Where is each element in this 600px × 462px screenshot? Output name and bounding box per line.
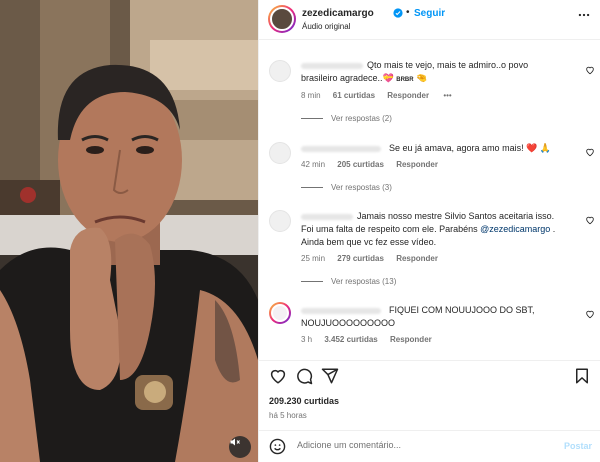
author-avatar[interactable] xyxy=(268,5,296,33)
view-replies-button[interactable]: Ver respostas (13) xyxy=(301,277,396,286)
commenter-username-blurred[interactable] xyxy=(301,63,363,69)
replies-divider xyxy=(301,118,323,120)
comment-options-button[interactable]: ••• xyxy=(443,91,451,100)
comment-like-icon[interactable] xyxy=(585,147,595,157)
comment-likes[interactable]: 61 curtidas xyxy=(333,91,375,100)
speaker-muted-icon xyxy=(230,438,240,446)
bookmark-icon[interactable] xyxy=(573,367,591,385)
commenter-avatar[interactable] xyxy=(269,60,291,82)
post-header: zezedicamargo • Seguir Áudio original xyxy=(259,0,600,40)
add-comment-bar: Postar xyxy=(259,430,600,462)
comment-text: FIQUEI COM NOUUJOOO DO SBT, xyxy=(389,304,535,317)
comment-likes[interactable]: 205 curtidas xyxy=(337,160,384,169)
commenter-avatar[interactable] xyxy=(269,142,291,164)
share-icon[interactable] xyxy=(321,367,339,385)
comment-time[interactable]: 25 min xyxy=(301,254,325,263)
comment-time[interactable]: 8 min xyxy=(301,91,321,100)
comment-meta: 3 h 3.452 curtidas Responder xyxy=(301,335,432,344)
replies-divider xyxy=(301,281,323,283)
video-player[interactable] xyxy=(0,0,258,462)
reply-button[interactable]: Responder xyxy=(396,160,438,169)
comment-emoji: ❤️ xyxy=(526,143,538,153)
comment-emoji: 🙏 xyxy=(537,143,552,153)
view-replies-label: Ver respostas (2) xyxy=(331,114,392,123)
commenter-avatar[interactable] xyxy=(269,210,291,232)
comment-like-icon[interactable] xyxy=(585,65,595,75)
comment-like-icon[interactable] xyxy=(585,309,595,319)
video-frame xyxy=(0,0,258,462)
view-replies-button[interactable]: Ver respostas (2) xyxy=(301,114,392,123)
comment-text: Jamais nosso mestre Silvio Santos aceita… xyxy=(357,210,554,223)
post-comment-button[interactable]: Postar xyxy=(564,441,592,451)
emoji-icon[interactable] xyxy=(269,438,286,455)
comments-list: Qto mais te vejo, mais te admiro..o povo… xyxy=(259,40,600,360)
view-replies-label: Ver respostas (13) xyxy=(331,277,397,286)
header-separator: • xyxy=(406,7,410,18)
comment-likes[interactable]: 3.452 curtidas xyxy=(324,335,377,344)
comment-time[interactable]: 42 min xyxy=(301,160,325,169)
comment-emoji: 🤏 xyxy=(416,73,428,83)
reply-button[interactable]: Responder xyxy=(390,335,432,344)
post-actions: 209.230 curtidas há 5 horas xyxy=(259,360,600,430)
comment-icon[interactable] xyxy=(295,367,313,385)
post-viewer: zezedicamargo • Seguir Áudio original Qt… xyxy=(0,0,600,462)
comment-line: brasileiro agradece..💝 xyxy=(301,73,397,83)
comment-meta: 8 min 61 curtidas Responder ••• xyxy=(301,91,452,100)
comment-line: FIQUEI COM NOUUJOOO DO SBT, xyxy=(389,305,535,315)
view-replies-button[interactable]: Ver respostas (3) xyxy=(301,183,392,192)
comment-mention-link[interactable]: @zezedicamargo xyxy=(480,224,550,234)
post-likes-count[interactable]: 209.230 curtidas xyxy=(269,396,339,406)
comment-line: NOUJUOOOOOOOOO xyxy=(301,318,396,328)
commenter-username-blurred[interactable] xyxy=(301,214,353,220)
comment-time[interactable]: 3 h xyxy=(301,335,312,344)
comment-line: Foi uma falta de respeito com ele. Parab… xyxy=(301,224,481,234)
post-timestamp[interactable]: há 5 horas xyxy=(269,411,307,420)
view-replies-label: Ver respostas (3) xyxy=(331,183,392,192)
comment-tag: BRBR xyxy=(396,77,414,83)
comment-line: Ainda bem que vc fez esse vídeo. xyxy=(301,237,437,247)
comment-meta: 25 min 279 curtidas Responder xyxy=(301,254,438,263)
comment-likes[interactable]: 279 curtidas xyxy=(337,254,384,263)
reply-button[interactable]: Responder xyxy=(396,254,438,263)
comment-line: Qto mais te vejo, mais te admiro..o povo xyxy=(367,60,529,70)
comment-line: Se eu já amava, agora amo mais! xyxy=(389,143,527,153)
follow-button[interactable]: Seguir xyxy=(414,8,445,19)
audio-label[interactable]: Áudio original xyxy=(302,22,350,31)
comment-text: Se eu já amava, agora amo mais! ❤️ 🙏 xyxy=(389,142,551,155)
comment-text: brasileiro agradece..💝 BRBR 🤏 xyxy=(301,72,427,87)
commenter-avatar[interactable] xyxy=(269,302,291,324)
more-options-button[interactable] xyxy=(577,8,593,24)
comment-text: NOUJUOOOOOOOOO xyxy=(301,317,395,330)
replies-divider xyxy=(301,187,323,189)
comment-line: Jamais nosso mestre Silvio Santos aceita… xyxy=(357,211,555,221)
comment-meta: 42 min 205 curtidas Responder xyxy=(301,160,438,169)
post-sidebar: zezedicamargo • Seguir Áudio original Qt… xyxy=(258,0,600,462)
reply-button[interactable]: Responder xyxy=(387,91,429,100)
mute-button[interactable] xyxy=(229,436,251,458)
author-username[interactable]: zezedicamargo xyxy=(302,8,374,19)
comment-line: . xyxy=(550,224,556,234)
comment-text: Ainda bem que vc fez esse vídeo. xyxy=(301,236,436,249)
heart-icon[interactable] xyxy=(269,367,287,385)
more-horizontal-icon xyxy=(578,13,590,17)
verified-badge-icon xyxy=(393,8,403,18)
comment-text: Foi uma falta de respeito com ele. Parab… xyxy=(301,223,555,236)
comment-input[interactable] xyxy=(297,440,547,450)
comment-text: Qto mais te vejo, mais te admiro..o povo xyxy=(367,59,528,72)
commenter-username-blurred[interactable] xyxy=(301,308,381,314)
comment-like-icon[interactable] xyxy=(585,215,595,225)
commenter-username-blurred[interactable] xyxy=(301,146,381,152)
